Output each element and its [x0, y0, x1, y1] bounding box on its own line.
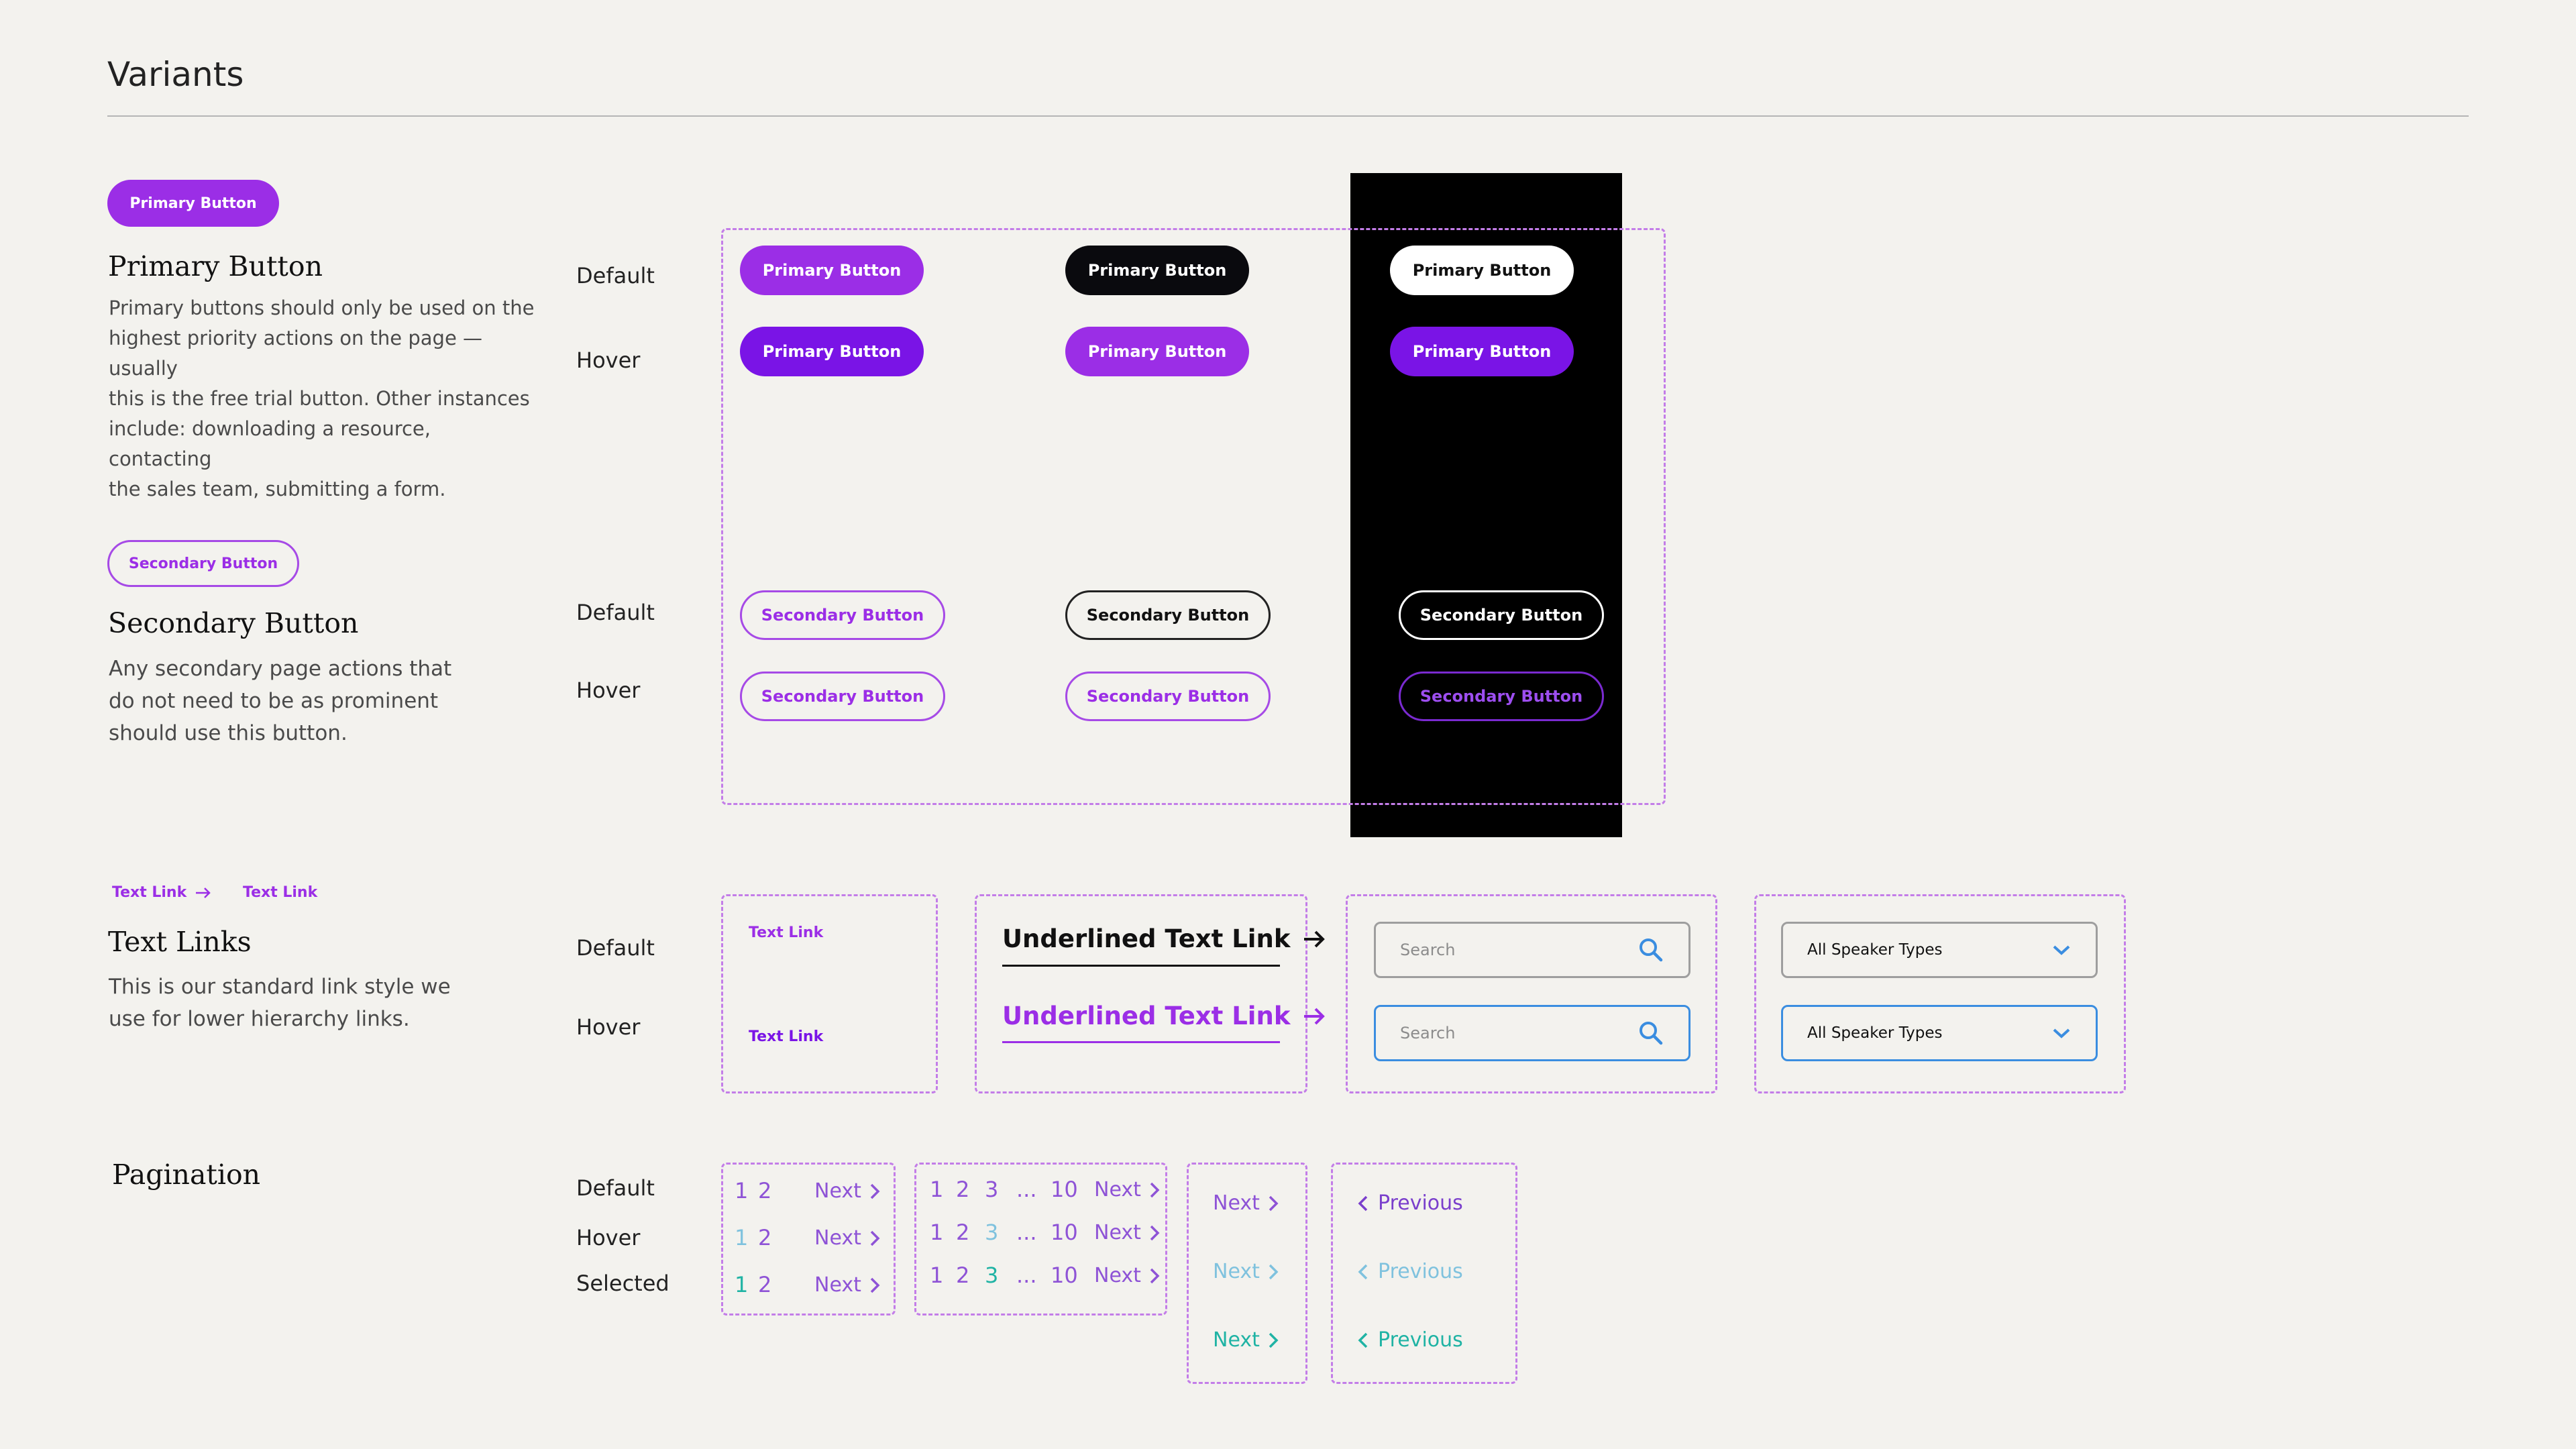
page-title: Variants: [107, 55, 244, 94]
secondary-button-default-dark[interactable]: Secondary Button: [1399, 590, 1604, 640]
state-label-hover: Hover: [576, 347, 641, 373]
primary-button-description: Primary buttons should only be used on t…: [109, 297, 535, 500]
previous-button-selected[interactable]: Previous: [1358, 1328, 1463, 1352]
chevron-right-icon: [870, 1230, 880, 1246]
page-number-2[interactable]: 2: [758, 1178, 771, 1203]
state-label-default: Default: [576, 935, 655, 961]
secondary-button-hover-light[interactable]: Secondary Button: [740, 672, 945, 721]
page-number-3-hover[interactable]: 3: [985, 1220, 998, 1245]
secondary-button-description: Any secondary page actions that do not n…: [109, 657, 452, 745]
next-page-link[interactable]: Next: [814, 1226, 880, 1250]
chevron-down-icon: [2053, 1028, 2070, 1038]
next-page-link[interactable]: Next: [1094, 1221, 1160, 1244]
underlined-link-hover[interactable]: Underlined Text Link: [1002, 1002, 1326, 1030]
primary-button-default-black[interactable]: Primary Button: [1065, 246, 1249, 295]
chevron-right-icon: [1150, 1225, 1160, 1240]
primary-button-default-dark[interactable]: Primary Button: [1390, 246, 1574, 295]
title-divider: [107, 115, 2469, 117]
page-number-2[interactable]: 2: [758, 1225, 771, 1250]
page-number-2[interactable]: 2: [956, 1177, 969, 1202]
primary-button-hover-black[interactable]: Primary Button: [1065, 327, 1249, 376]
state-label-default: Default: [576, 1175, 655, 1201]
arrow-right-icon: [196, 887, 211, 898]
text-links-description: This is our standard link style we use f…: [109, 975, 451, 1031]
chevron-left-icon: [1358, 1195, 1368, 1211]
pagination-heading: Pagination: [112, 1159, 261, 1191]
page-number-1[interactable]: 1: [930, 1263, 943, 1288]
primary-button-default-light[interactable]: Primary Button: [740, 246, 924, 295]
search-input-default[interactable]: Search: [1374, 922, 1690, 978]
text-link-hover[interactable]: Text Link: [749, 1028, 823, 1045]
text-links-heading: Text Links: [108, 926, 252, 958]
page-number-3-selected[interactable]: 3: [985, 1263, 998, 1288]
search-icon: [1640, 1022, 1663, 1045]
chevron-right-icon: [1269, 1195, 1279, 1211]
speaker-type-select-hover[interactable]: All Speaker Types: [1781, 1005, 2098, 1061]
underlined-link-default[interactable]: Underlined Text Link: [1002, 924, 1326, 953]
page-number-10[interactable]: 10: [1051, 1263, 1078, 1288]
search-icon: [1640, 938, 1663, 962]
state-label-hover: Hover: [576, 1014, 641, 1040]
page-number-10[interactable]: 10: [1051, 1177, 1078, 1202]
chevron-right-icon: [870, 1277, 880, 1293]
page-ellipsis: ...: [1016, 1177, 1037, 1202]
page-number-1[interactable]: 1: [930, 1177, 943, 1202]
secondary-button-heading: Secondary Button: [108, 607, 359, 639]
chevron-right-icon: [1150, 1268, 1160, 1283]
next-button-default[interactable]: Next: [1213, 1191, 1279, 1215]
page-number-1[interactable]: 1: [735, 1178, 748, 1203]
next-page-link[interactable]: Next: [814, 1273, 880, 1297]
page-number-3[interactable]: 3: [985, 1177, 998, 1202]
state-label-default: Default: [576, 600, 655, 625]
primary-button-hover-light[interactable]: Primary Button: [740, 327, 924, 376]
arrow-right-icon: [1304, 930, 1326, 947]
chevron-right-icon: [1269, 1264, 1279, 1279]
page-number-2[interactable]: 2: [956, 1263, 969, 1288]
state-label-hover: Hover: [576, 1225, 641, 1250]
page-number-1-selected[interactable]: 1: [735, 1272, 748, 1297]
chevron-left-icon: [1358, 1332, 1368, 1348]
chevron-right-icon: [1150, 1182, 1160, 1197]
page-number-1[interactable]: 1: [930, 1220, 943, 1245]
underline-hover: [1002, 1041, 1280, 1043]
page-ellipsis: ...: [1016, 1220, 1037, 1245]
text-link-sample[interactable]: Text Link: [243, 884, 317, 901]
page-number-10[interactable]: 10: [1051, 1220, 1078, 1245]
chevron-right-icon: [870, 1183, 880, 1199]
page-number-2[interactable]: 2: [758, 1272, 771, 1297]
search-input-hover[interactable]: Search: [1374, 1005, 1690, 1061]
underline-default: [1002, 965, 1280, 967]
next-page-link[interactable]: Next: [1094, 1264, 1160, 1287]
page-ellipsis: ...: [1016, 1263, 1037, 1288]
chevron-right-icon: [1269, 1332, 1279, 1348]
secondary-button-hover-black[interactable]: Secondary Button: [1065, 672, 1271, 721]
primary-button-heading: Primary Button: [108, 250, 323, 282]
next-page-link[interactable]: Next: [1094, 1178, 1160, 1201]
secondary-button-default-light[interactable]: Secondary Button: [740, 590, 945, 640]
secondary-button-default-black[interactable]: Secondary Button: [1065, 590, 1271, 640]
state-label-hover: Hover: [576, 678, 641, 703]
primary-button-sample[interactable]: Primary Button: [107, 180, 279, 227]
secondary-button-sample[interactable]: Secondary Button: [107, 540, 299, 587]
text-link-arrow-sample[interactable]: Text Link: [112, 884, 212, 901]
next-page-link[interactable]: Next: [814, 1179, 880, 1203]
page-number-1[interactable]: 1: [735, 1225, 748, 1250]
chevron-left-icon: [1358, 1264, 1368, 1279]
arrow-right-icon: [1304, 1008, 1326, 1024]
previous-button-hover[interactable]: Previous: [1358, 1260, 1463, 1283]
speaker-type-select-default[interactable]: All Speaker Types: [1781, 922, 2098, 978]
previous-button-default[interactable]: Previous: [1358, 1191, 1463, 1215]
text-link-default[interactable]: Text Link: [749, 924, 823, 941]
next-button-selected[interactable]: Next: [1213, 1328, 1279, 1352]
page-number-2[interactable]: 2: [956, 1220, 969, 1245]
secondary-button-hover-dark[interactable]: Secondary Button: [1399, 672, 1604, 721]
chevron-down-icon: [2053, 945, 2070, 955]
next-button-hover[interactable]: Next: [1213, 1260, 1279, 1283]
state-label-selected: Selected: [576, 1271, 669, 1296]
state-label-default: Default: [576, 263, 655, 288]
primary-button-hover-dark[interactable]: Primary Button: [1390, 327, 1574, 376]
